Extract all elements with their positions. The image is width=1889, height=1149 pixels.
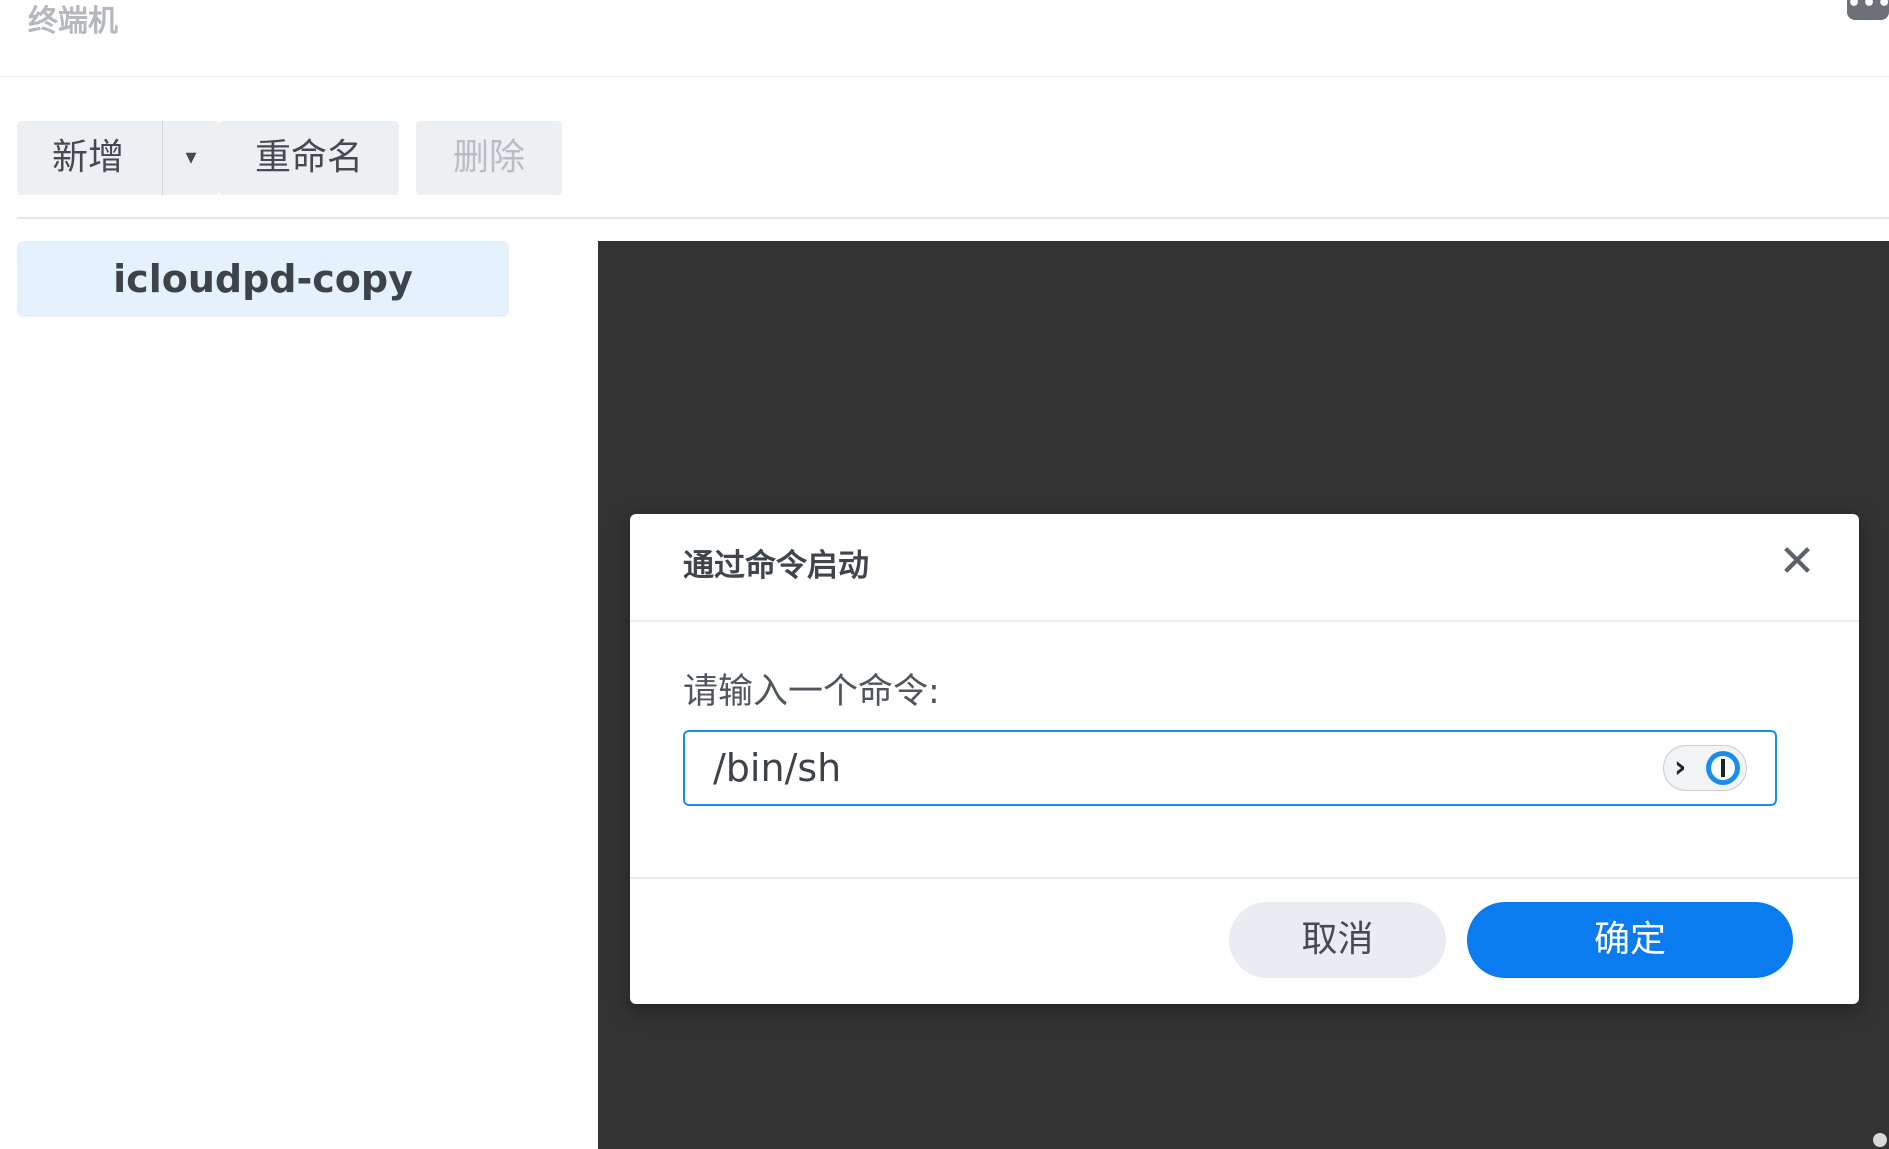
dialog-footer-divider <box>630 877 1859 879</box>
launch-command-dialog: 通过命令启动 ✕ 请输入一个命令: /bin/sh › 取消 确定 <box>630 514 1859 1004</box>
rename-button[interactable]: 重命名 <box>219 121 399 195</box>
command-input-value: /bin/sh <box>713 746 842 790</box>
dialog-divider <box>630 620 1859 622</box>
page-title: 终端机 <box>28 4 118 39</box>
chevron-right-icon: › <box>1674 750 1687 785</box>
header: 终端机 ••• <box>0 0 1889 77</box>
delete-button[interactable]: 删除 <box>416 121 562 195</box>
dialog-title: 通过命令启动 <box>683 548 869 584</box>
password-manager-mark <box>1721 759 1725 777</box>
confirm-button[interactable]: 确定 <box>1467 902 1793 978</box>
toolbar-divider <box>17 217 1889 219</box>
cancel-button[interactable]: 取消 <box>1229 902 1446 978</box>
command-input[interactable]: /bin/sh › <box>683 730 1777 806</box>
sidebar-item-session[interactable]: icloudpd-copy <box>17 241 509 317</box>
caret-down-icon: ▾ <box>185 145 197 170</box>
command-field-label: 请输入一个命令: <box>683 672 940 712</box>
close-icon[interactable]: ✕ <box>1777 540 1817 584</box>
more-options-button[interactable]: ••• <box>1847 0 1889 20</box>
new-button[interactable]: 新增 <box>17 121 162 195</box>
resize-handle[interactable] <box>1873 1133 1887 1147</box>
password-manager-icon[interactable]: › <box>1663 745 1747 791</box>
terminal-app-window: 终端机 ••• 新增 ▾ 重命名 删除 icloudpd-copy 通过命令启动… <box>0 0 1889 1149</box>
new-dropdown-button[interactable]: ▾ <box>163 121 219 195</box>
